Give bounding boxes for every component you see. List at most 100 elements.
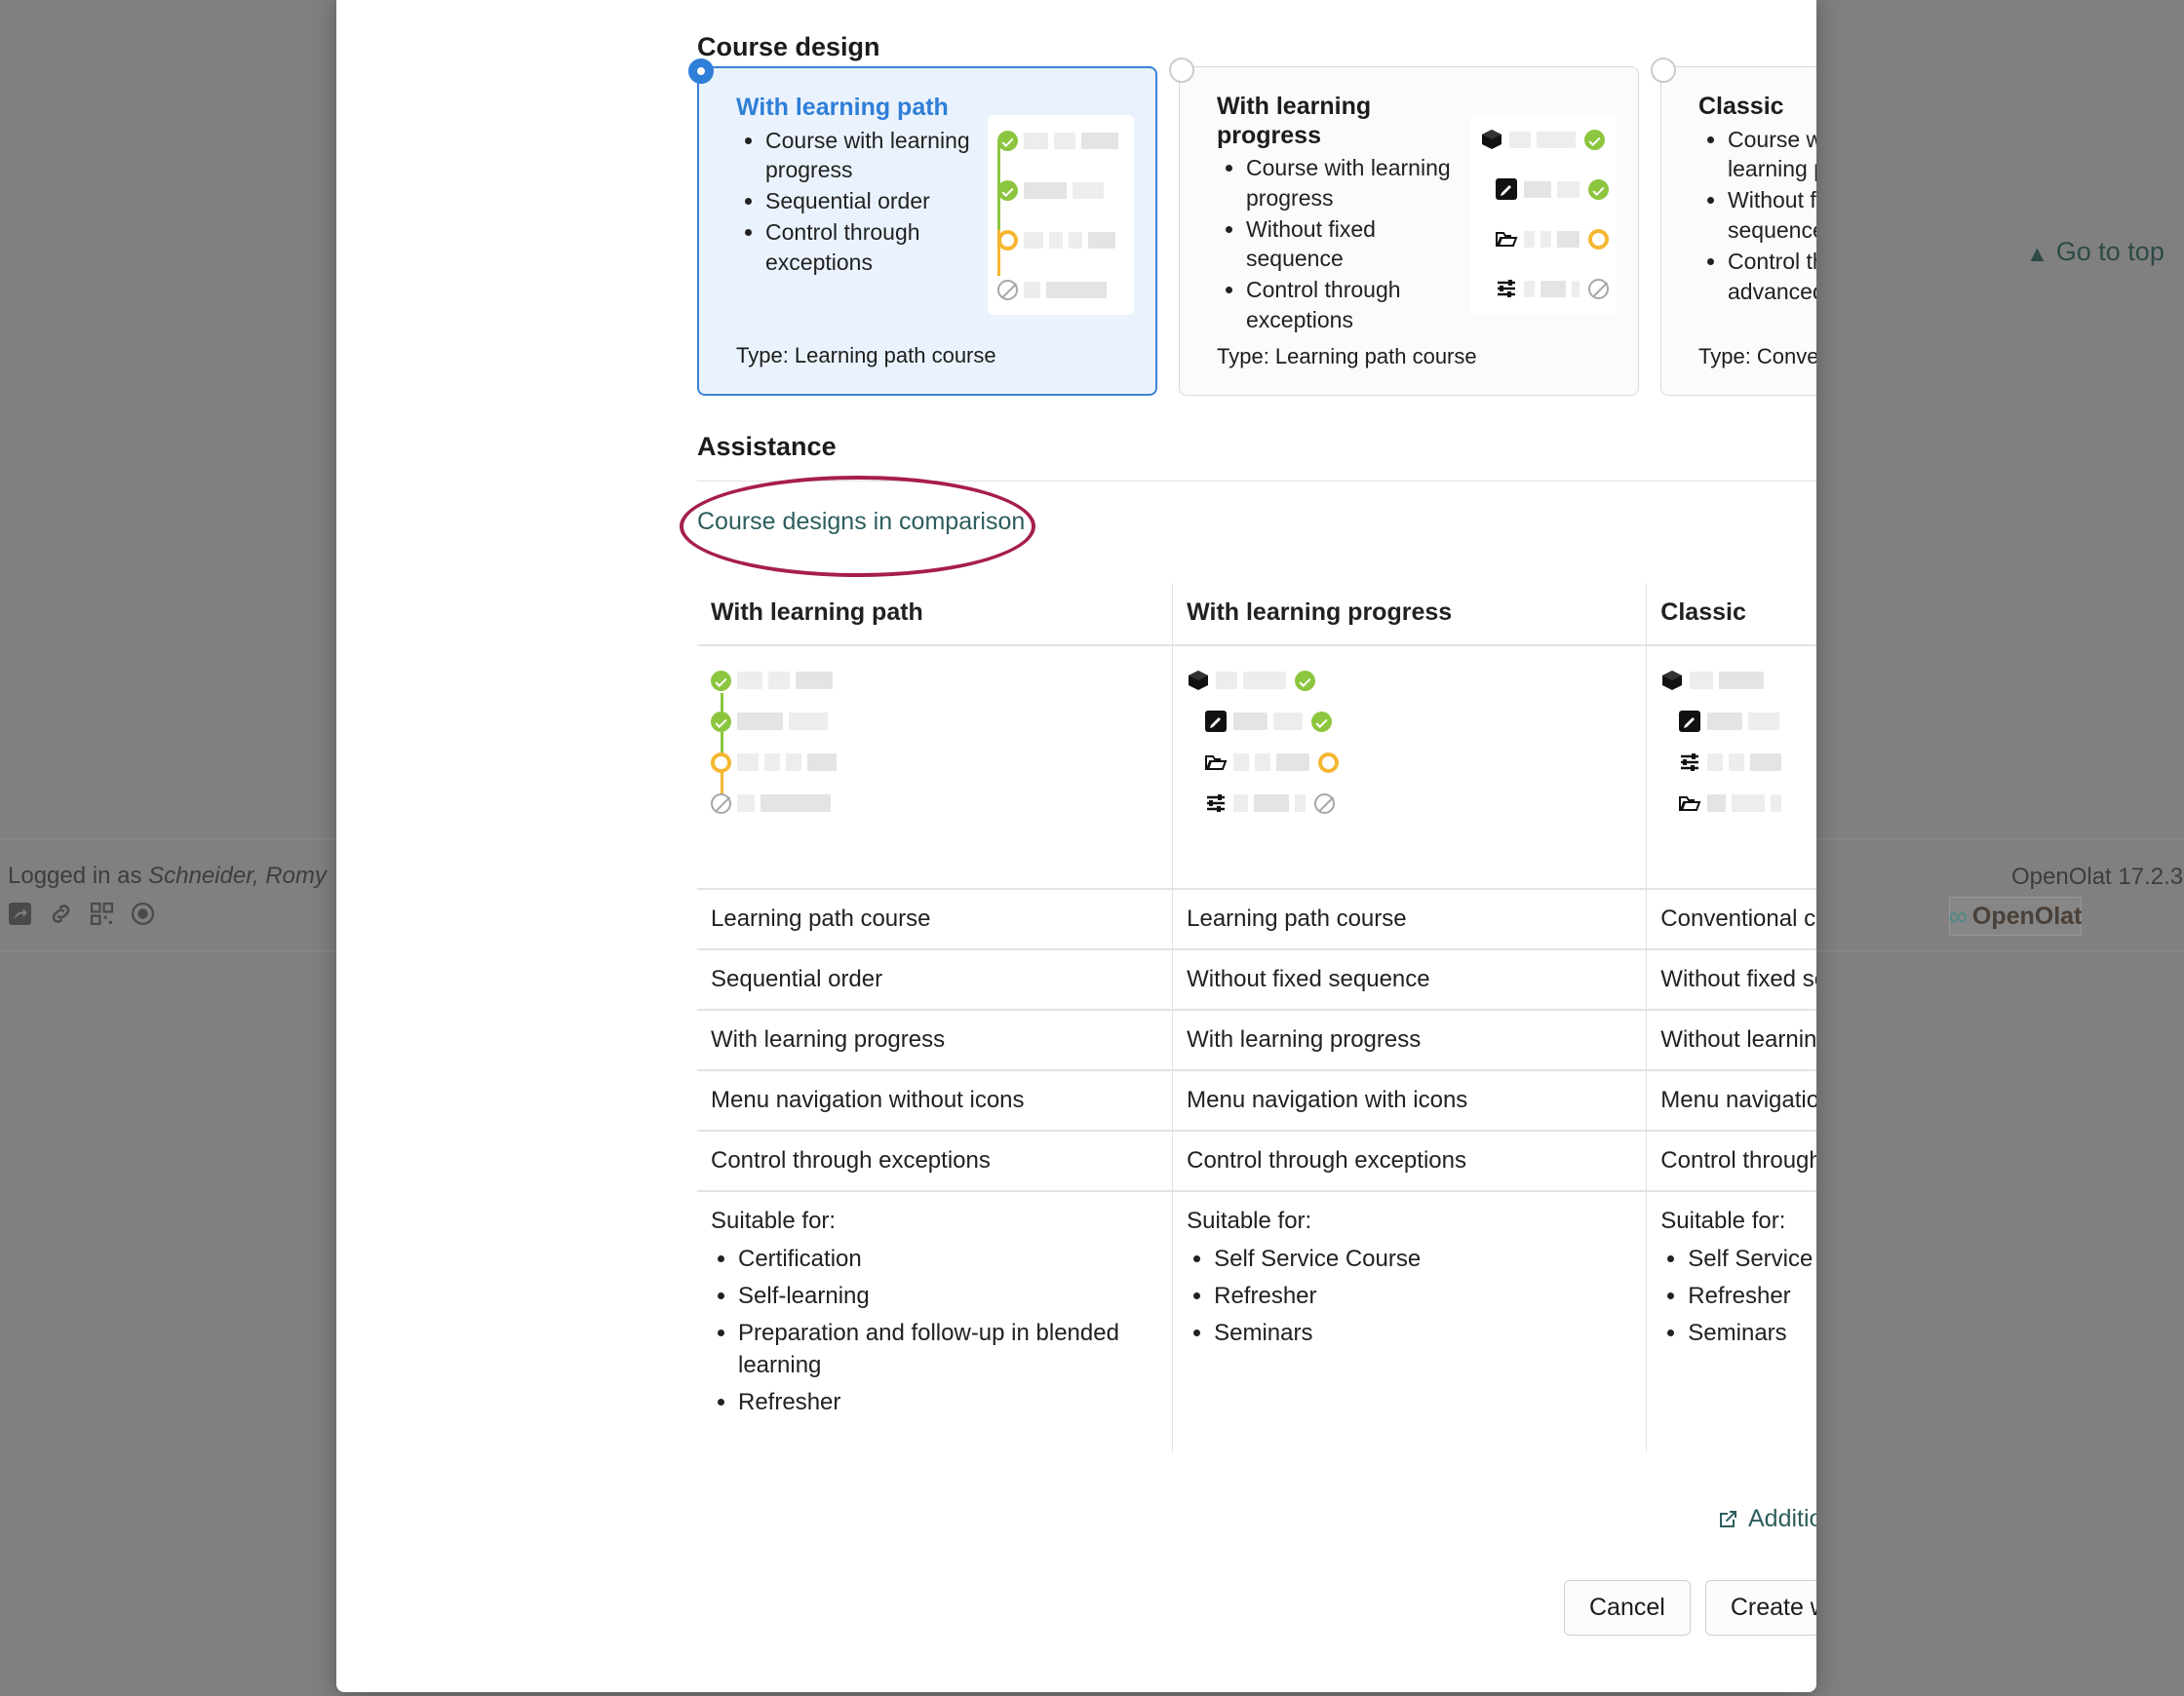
status-done-icon <box>711 711 731 732</box>
table-cell: Suitable for: Self Service Course Refres… <box>1172 1191 1648 1452</box>
footer-icon-bar <box>8 902 155 926</box>
table-cell: Conventional course <box>1646 889 1816 950</box>
design-card-bullets: Course with learning progress Sequential… <box>736 126 980 278</box>
design-card-bullet: Control through exceptions <box>1246 275 1461 335</box>
manual-link[interactable]: Additional informations in the manual <box>1716 1505 1816 1533</box>
table-cell: Control through exceptions <box>697 1131 1174 1192</box>
sliders-icon <box>1207 794 1226 812</box>
list-item: Preparation and follow-up in blended lea… <box>738 1317 1158 1381</box>
list-item: Refresher <box>1688 1280 1816 1312</box>
design-preview-menu-with-status <box>1470 114 1617 314</box>
suitable-for-label: Suitable for: <box>1660 1208 1786 1234</box>
openolat-logo-text: OpenOlat <box>1971 902 2083 930</box>
status-done-icon <box>1295 670 1316 691</box>
table-row: With learning progress With learning pro… <box>697 1010 1816 1071</box>
create-with-course-wizard-button[interactable]: Create with course wizard <box>1704 1580 1816 1636</box>
list-item: Refresher <box>738 1386 1158 1418</box>
table-cell: Control through advanced rules <box>1646 1131 1816 1192</box>
design-preview-learning-path <box>988 115 1134 315</box>
preview-row <box>1480 128 1609 151</box>
table-cell: Suitable for: Certification Self-learnin… <box>697 1191 1174 1452</box>
diagram-menu-with-status <box>1187 668 1450 816</box>
course-design-heading: Course design <box>697 32 880 61</box>
cube-icon <box>1662 671 1683 690</box>
design-card-bullet: Control through exceptions <box>765 217 980 278</box>
table-cell: Menu navigation with icons <box>1172 1070 1648 1132</box>
list-item: Self Service Course <box>1214 1243 1632 1275</box>
suitable-for-list: Certification Self-learning Preparation … <box>711 1243 1158 1419</box>
qr-code-icon[interactable] <box>90 902 114 926</box>
list-item: Self-learning <box>738 1280 1158 1312</box>
status-open-icon <box>1588 228 1609 250</box>
status-done-icon <box>1588 178 1609 200</box>
diagram-row <box>1187 668 1450 693</box>
design-card-bullet: Sequential order <box>765 186 980 216</box>
status-open-icon <box>711 752 731 773</box>
share-icon[interactable] <box>8 902 32 926</box>
preview-row <box>997 228 1126 251</box>
table-row-suitable-for: Suitable for: Certification Self-learnin… <box>697 1191 1816 1452</box>
diagram-row <box>1660 668 1816 693</box>
design-card-bullet: Without fixed sequence <box>1246 214 1461 275</box>
status-open-icon <box>997 229 1018 251</box>
suitable-for-label: Suitable for: <box>1187 1208 1312 1234</box>
status-done-icon <box>1584 129 1605 150</box>
course-creation-modal: Course design With learning path Course … <box>336 0 1816 1692</box>
table-row: Sequential order Without fixed sequence … <box>697 949 1816 1011</box>
table-cell: Learning path course <box>697 889 1174 950</box>
table-cell: Learning path course <box>1172 889 1648 950</box>
radio-with-learning-progress[interactable] <box>1169 58 1194 83</box>
list-item: Refresher <box>1214 1280 1632 1312</box>
design-card-title: With learning path <box>736 94 949 121</box>
status-blocked-icon <box>1588 278 1609 299</box>
record-icon[interactable] <box>131 902 155 926</box>
course-designs-in-comparison-link[interactable]: Course designs in comparison <box>697 508 1025 536</box>
status-blocked-icon <box>997 279 1018 300</box>
table-cell: Control through exceptions <box>1172 1131 1648 1192</box>
edit-icon <box>1496 178 1517 200</box>
status-blocked-icon <box>711 792 731 814</box>
assistance-heading: Assistance <box>697 432 837 461</box>
manual-link-label: Additional informations in the manual <box>1748 1505 1816 1532</box>
design-card-with-learning-path[interactable]: With learning path Course with learning … <box>688 58 1157 396</box>
diagram-row <box>711 750 974 775</box>
diagram-row <box>1660 750 1816 775</box>
radio-with-learning-path[interactable] <box>688 58 714 84</box>
external-link-icon <box>1720 1510 1736 1527</box>
diagram-row <box>1660 709 1816 734</box>
design-card-bullets: Course with learning progress Without fi… <box>1217 153 1461 335</box>
table-cell: Without learning progress <box>1646 1010 1816 1071</box>
design-card-with-learning-progress[interactable]: With learning progress Course with learn… <box>1169 58 1639 396</box>
sliders-icon <box>1498 280 1515 297</box>
radio-classic[interactable] <box>1651 58 1676 83</box>
edit-icon <box>1205 711 1228 732</box>
diagram-row <box>1187 709 1450 734</box>
design-card-bullet: Without fixed sequence <box>1728 185 1816 246</box>
footer-login-prefix: Logged in as <box>8 863 149 889</box>
openolat-logo: ∞ OpenOlat <box>1949 897 2082 936</box>
edit-icon <box>1679 711 1701 732</box>
diagram-menu-plain <box>1660 668 1816 816</box>
table-cell <box>697 645 1174 890</box>
list-item: Self Service Course <box>1688 1243 1816 1275</box>
go-to-top-link[interactable]: ▲ Go to top <box>2026 237 2164 267</box>
column-header: With learning path <box>697 583 1174 646</box>
suitable-for-label: Suitable for: <box>711 1208 837 1234</box>
preview-row <box>1480 177 1609 201</box>
diagram-row <box>711 668 974 693</box>
app-version-label: OpenOlat 17.2.3 <box>2011 864 2184 890</box>
design-card-classic[interactable]: Classic Course without learning progress… <box>1651 58 1816 396</box>
list-item: Certification <box>738 1243 1158 1275</box>
diagram-row <box>711 790 974 816</box>
diagram-row <box>1187 750 1450 775</box>
diagram-row <box>1660 790 1816 816</box>
table-cell: Without fixed sequence <box>1172 949 1648 1011</box>
cancel-button[interactable]: Cancel <box>1564 1580 1691 1636</box>
link-icon[interactable] <box>49 902 73 926</box>
folder-open-icon <box>1205 755 1228 770</box>
table-cell: Without fixed sequence <box>1646 949 1816 1011</box>
status-open-icon <box>1318 752 1340 773</box>
chevron-up-icon: ▲ <box>2026 241 2048 266</box>
list-item: Seminars <box>1214 1317 1632 1349</box>
preview-row <box>997 278 1126 301</box>
